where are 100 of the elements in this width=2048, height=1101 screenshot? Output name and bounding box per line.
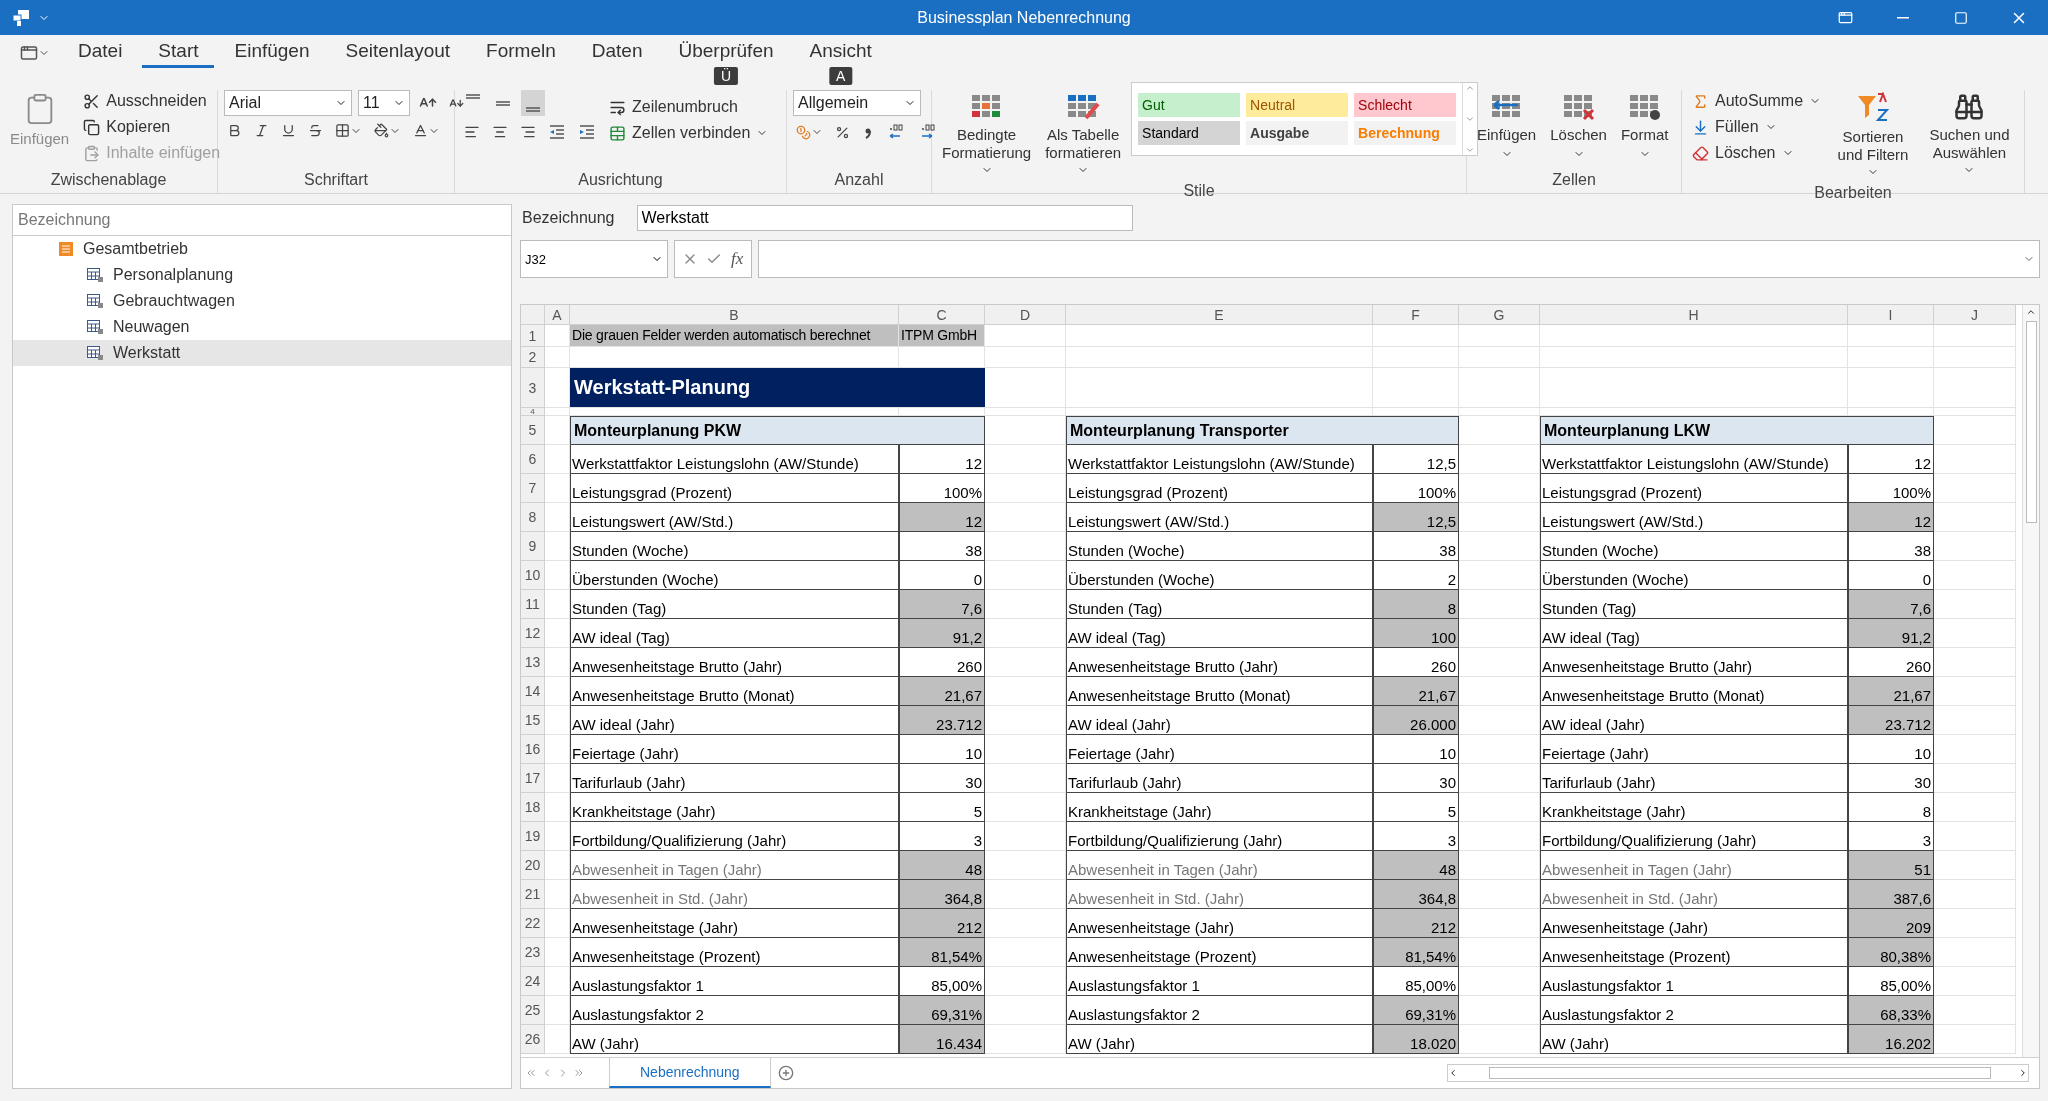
column-header[interactable]: H — [1540, 305, 1848, 325]
name-box[interactable]: J32 — [520, 240, 668, 278]
column-header[interactable]: C — [899, 305, 985, 325]
insert-function-button[interactable]: fx — [727, 247, 748, 271]
tree-item[interactable]: Personalplanung — [13, 262, 511, 288]
row-header[interactable]: 15 — [521, 706, 545, 735]
scroll-down-icon — [1465, 114, 1476, 124]
row-header[interactable]: 4 — [521, 408, 545, 416]
scroll-left-icon — [1448, 1068, 1458, 1078]
borders-icon — [335, 123, 350, 138]
table-cell: Anwesenheitstage (Prozent) — [1066, 938, 1373, 967]
ribbon-tab[interactable]: Ansicht — [793, 40, 888, 68]
row-header[interactable]: 24 — [521, 967, 545, 996]
row-header[interactable]: 2 — [521, 347, 545, 368]
font-size-select[interactable]: 11 — [358, 90, 410, 116]
table-cell: 16.202 — [1848, 1025, 1934, 1054]
ribbon-tab[interactable]: Einfügen — [218, 40, 326, 68]
row-header[interactable]: 26 — [521, 1025, 545, 1054]
row-header[interactable]: 19 — [521, 822, 545, 851]
wrap-text-button[interactable]: Zeilenumbruch — [605, 96, 773, 118]
clipboard-button[interactable]: Ausschneiden — [79, 90, 225, 112]
ribbon-tab[interactable]: Start — [142, 40, 215, 68]
table-cell: 38 — [899, 532, 985, 561]
row-header[interactable]: 9 — [521, 532, 545, 561]
vertical-align-button[interactable] — [521, 90, 545, 116]
scroll-thumb[interactable] — [1489, 1067, 1991, 1079]
cells-button[interactable]: Löschen — [1546, 90, 1611, 162]
editing-button[interactable]: Löschen — [1688, 142, 1826, 164]
cells-button[interactable]: Einfügen — [1473, 90, 1541, 162]
ribbon-tab[interactable]: Seitenlayout — [329, 40, 467, 68]
row-header[interactable]: 14 — [521, 677, 545, 706]
ribbon-tab[interactable]: Daten — [575, 40, 659, 68]
cell-style-option[interactable]: Ausgabe — [1246, 121, 1349, 145]
number-format-select[interactable]: Allgemein — [793, 90, 921, 116]
tree-item[interactable]: Werkstatt — [13, 340, 511, 366]
vertical-scrollbar[interactable] — [2022, 305, 2039, 1057]
merge-cells-button[interactable]: Zellen verbinden — [605, 122, 773, 144]
ribbon-tab[interactable]: Datei — [62, 40, 139, 68]
cell-style-option[interactable]: Schlecht — [1354, 93, 1457, 117]
tree-item[interactable]: Gebrauchtwagen — [13, 288, 511, 314]
cell-style-option[interactable]: Gut — [1138, 93, 1241, 117]
formula-field[interactable] — [758, 240, 2040, 278]
scroll-thumb[interactable] — [2025, 321, 2037, 523]
conditional-formatting-button[interactable]: Bedingte Formatierung — [938, 90, 1036, 182]
column-header[interactable]: G — [1459, 305, 1540, 325]
field-label: Bezeichnung — [522, 209, 615, 227]
sort-filter-button[interactable]: Sortieren und Filtern — [1831, 90, 1915, 184]
row-header[interactable]: 16 — [521, 735, 545, 764]
horizontal-scrollbar[interactable] — [1447, 1064, 2029, 1082]
row-header[interactable]: 22 — [521, 909, 545, 938]
row-header[interactable]: 3 — [521, 368, 545, 408]
table-cell: AW (Jahr) — [1066, 1025, 1373, 1054]
row-header[interactable]: 7 — [521, 474, 545, 503]
editing-button[interactable]: AutoSumme — [1688, 90, 1826, 112]
table-cell: 100 — [1373, 619, 1459, 648]
find-select-button[interactable]: Suchen und Auswählen — [1920, 90, 2018, 182]
table-cell: 16.434 — [899, 1025, 985, 1054]
row-header[interactable]: 25 — [521, 996, 545, 1025]
row-header[interactable]: 21 — [521, 880, 545, 909]
font-family-select[interactable]: Arial — [224, 90, 352, 116]
row-header[interactable]: 10 — [521, 561, 545, 590]
ribbon-tab[interactable]: Überprüfen — [662, 40, 790, 68]
column-header[interactable]: F — [1373, 305, 1459, 325]
row-header[interactable]: 17 — [521, 764, 545, 793]
table-cell: AW ideal (Jahr) — [570, 706, 899, 735]
row-header[interactable]: 20 — [521, 851, 545, 880]
format-as-table-button[interactable]: Als Tabelle formatieren — [1041, 90, 1126, 182]
ribbon-tab[interactable]: Formeln — [470, 40, 572, 68]
row-header[interactable]: 23 — [521, 938, 545, 967]
column-header[interactable]: B — [570, 305, 899, 325]
column-header[interactable]: A — [545, 305, 570, 325]
row-header[interactable]: 6 — [521, 445, 545, 474]
table-cell: 5 — [1373, 793, 1459, 822]
table-cell: 5 — [899, 793, 985, 822]
table-cell: Stunden (Tag) — [570, 590, 899, 619]
column-header[interactable]: E — [1066, 305, 1373, 325]
column-header[interactable]: D — [985, 305, 1066, 325]
row-header[interactable]: 12 — [521, 619, 545, 648]
row-header[interactable]: 5 — [521, 416, 545, 445]
cells-button[interactable]: Format — [1616, 90, 1673, 162]
table-cell: 18.020 — [1373, 1025, 1459, 1054]
row-header[interactable]: 18 — [521, 793, 545, 822]
tree-item[interactable]: Neuwagen — [13, 314, 511, 340]
tree-item[interactable]: Gesamtbetrieb — [13, 236, 511, 262]
table-cell: 21,67 — [1373, 677, 1459, 706]
column-header[interactable]: J — [1934, 305, 2016, 325]
sheet-tab[interactable]: Nebenrechnung — [609, 1058, 771, 1088]
name-field[interactable]: Werkstatt — [636, 205, 1133, 231]
row-header[interactable]: 1 — [521, 325, 545, 347]
row-header[interactable]: 11 — [521, 590, 545, 619]
editing-button[interactable]: Füllen — [1688, 116, 1826, 138]
cell-style-option[interactable]: Standard — [1138, 121, 1241, 145]
scroll-up-icon — [1465, 83, 1476, 93]
column-header[interactable]: I — [1848, 305, 1934, 325]
table-cell: 69,31% — [1373, 996, 1459, 1025]
row-header[interactable]: 13 — [521, 648, 545, 677]
clipboard-button[interactable]: Kopieren — [79, 116, 225, 138]
table-cell: 2 — [1373, 561, 1459, 590]
cell-style-option[interactable]: Neutral — [1246, 93, 1349, 117]
row-header[interactable]: 8 — [521, 503, 545, 532]
